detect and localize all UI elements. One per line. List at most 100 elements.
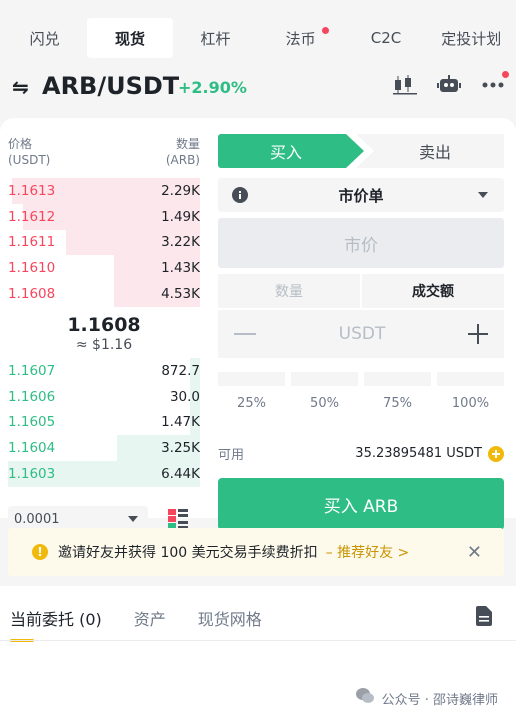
ask-price: 1.1611 — [8, 234, 56, 251]
caret-down-icon — [478, 192, 488, 198]
percent-step[interactable]: 50% — [291, 372, 358, 411]
order-form: 买入 卖出 市价单 市价 数量 成交额 USDT 25% 50% 75% 100% 可… — [218, 134, 504, 530]
ask-row[interactable]: 1.1608 4.53K — [8, 281, 200, 307]
percent-step[interactable]: 75% — [364, 372, 431, 411]
buy-tab[interactable]: 买入 — [218, 134, 364, 168]
minus-icon[interactable] — [234, 333, 256, 335]
percent-step[interactable]: 100% — [437, 372, 504, 411]
bid-row[interactable]: 1.1605 1.47K — [8, 409, 200, 436]
percent-segment — [364, 372, 431, 386]
tab-4[interactable]: C2C — [343, 18, 428, 58]
pair-name[interactable]: ARB/USDT — [42, 72, 179, 100]
bid-row[interactable]: 1.1607 872.7 — [8, 358, 200, 384]
referral-link[interactable]: – 推荐好友 > — [326, 542, 410, 562]
tab-label: C2C — [370, 29, 402, 47]
order-book: 价格 (USDT) 数量 (ARB) 1.1613 2.29K 1.1612 1.49… — [8, 136, 200, 532]
ask-qty: 3.22K — [161, 234, 200, 251]
total-stepper[interactable]: USDT — [218, 310, 504, 358]
tab-3[interactable]: 法币 — [258, 18, 343, 58]
order-book-header: 价格 (USDT) 数量 (ARB) — [8, 136, 200, 168]
sell-tab[interactable]: 卖出 — [356, 134, 504, 168]
referral-banner[interactable]: ! 邀请好友并获得 100 美元交易手续费折扣 – 推荐好友 > ✕ — [8, 528, 504, 576]
wechat-icon — [355, 688, 374, 708]
order-type-select[interactable]: 市价单 — [218, 178, 504, 212]
price-input: 市价 — [218, 218, 504, 268]
bid-price: 1.1606 — [8, 388, 56, 405]
trade-panel: 价格 (USDT) 数量 (ARB) 1.1613 2.29K 1.1612 1.49… — [0, 118, 516, 532]
percent-slider: 25% 50% 75% 100% — [218, 372, 504, 411]
trade-mode-tabs: 闪兑 现货 杠杆 法币 C2C 定投计划 — [2, 18, 514, 58]
tab-1[interactable]: 现货 — [87, 18, 173, 58]
ask-price: 1.1612 — [8, 208, 56, 225]
mid-price: 1.1608 — [67, 314, 141, 336]
stepper-unit: USDT — [338, 324, 386, 344]
percent-label: 25% — [237, 396, 266, 411]
available-value: 35.23895481 USDT — [355, 446, 482, 461]
qty-header: 数量 — [175, 137, 200, 151]
ask-qty: 2.29K — [161, 182, 200, 199]
percent-segment — [218, 372, 285, 386]
price-header: 价格 — [8, 137, 33, 151]
bid-qty: 30.0 — [169, 388, 200, 405]
tab-label: 定投计划 — [441, 29, 502, 48]
pair-header: ⇋ ARB/USDT +2.90% — [0, 64, 516, 112]
tab-label: 法币 — [285, 29, 316, 48]
bid-qty: 1.47K — [161, 414, 200, 431]
tab-2[interactable]: 杠杆 — [173, 18, 258, 58]
bid-row[interactable]: 1.1606 30.0 — [8, 383, 200, 410]
tab-label: 杠杆 — [200, 29, 231, 48]
total-tab[interactable]: 成交额 — [362, 274, 504, 308]
mid-price-block[interactable]: 1.1608 ≈ $1.16 — [8, 314, 200, 354]
tab-label: 现货 — [114, 29, 145, 48]
watermark: 公众号 · 邵诗巍律师 — [355, 688, 498, 708]
available-balance: 可用 35.23895481 USDT — [218, 444, 504, 463]
promo-text: 邀请好友并获得 100 美元交易手续费折扣 — [58, 545, 318, 561]
tick-size-value: 0.0001 — [14, 511, 60, 527]
orders-tab-1[interactable]: 资产 — [134, 606, 166, 630]
bid-price: 1.1603 — [8, 466, 56, 483]
bid-row[interactable]: 1.1603 6.44K — [8, 461, 200, 487]
ask-row[interactable]: 1.1610 1.43K — [8, 255, 200, 282]
tab-5[interactable]: 定投计划 — [429, 18, 514, 58]
divider — [0, 640, 516, 641]
available-label: 可用 — [218, 448, 245, 463]
amount-mode-tabs: 数量 成交额 — [218, 274, 504, 308]
percent-label: 100% — [451, 396, 490, 411]
document-icon[interactable] — [476, 606, 492, 626]
plus-icon[interactable] — [468, 324, 488, 344]
bid-row[interactable]: 1.1604 3.25K — [8, 435, 200, 462]
orders-tab-0[interactable]: 当前委托 (0) — [10, 606, 102, 642]
info-icon[interactable] — [232, 187, 248, 207]
bid-price: 1.1604 — [8, 440, 56, 457]
alert-icon: ! — [32, 544, 48, 560]
buy-submit-button[interactable]: 买入 ARB — [218, 478, 504, 530]
bid-list: 1.1607 872.7 1.1606 30.0 1.1605 1.47K 1.1604 3.… — [8, 358, 200, 487]
candlestick-chart-icon[interactable] — [392, 72, 418, 98]
more-icon[interactable] — [480, 71, 509, 98]
orders-tab-2[interactable]: 现货网格 — [198, 606, 262, 630]
swap-pair-icon[interactable]: ⇋ — [12, 75, 29, 99]
orderbook-layout-icon[interactable] — [168, 509, 188, 529]
close-icon[interactable]: ✕ — [467, 542, 482, 563]
deposit-plus-icon[interactable] — [488, 445, 504, 462]
ask-price: 1.1608 — [8, 286, 56, 303]
orders-tabs: 当前委托 (0) 资产 现货网格 — [10, 606, 262, 642]
percent-step[interactable]: 25% — [218, 372, 285, 411]
price-unit: (USDT) — [8, 153, 51, 167]
tab-label: 闪兑 — [29, 29, 60, 48]
percent-label: 75% — [383, 396, 412, 411]
tab-0[interactable]: 闪兑 — [2, 18, 87, 58]
ask-qty: 1.43K — [161, 260, 200, 277]
ask-qty: 4.53K — [161, 286, 200, 303]
bid-qty: 872.7 — [161, 362, 200, 379]
ask-row[interactable]: 1.1611 3.22K — [8, 229, 200, 256]
ask-list: 1.1613 2.29K 1.1612 1.49K 1.1611 3.22K 1.1610 1… — [8, 178, 200, 307]
qty-unit: (ARB) — [165, 153, 200, 167]
percent-segment — [291, 372, 358, 386]
amount-tab[interactable]: 数量 — [218, 274, 360, 308]
ask-row[interactable]: 1.1613 2.29K — [8, 178, 200, 204]
ask-row[interactable]: 1.1612 1.49K — [8, 203, 200, 230]
bid-price: 1.1607 — [8, 362, 56, 379]
robot-icon[interactable] — [436, 72, 462, 98]
top-tabs: 闪兑 现货 杠杆 法币 C2C 定投计划 — [0, 0, 516, 64]
